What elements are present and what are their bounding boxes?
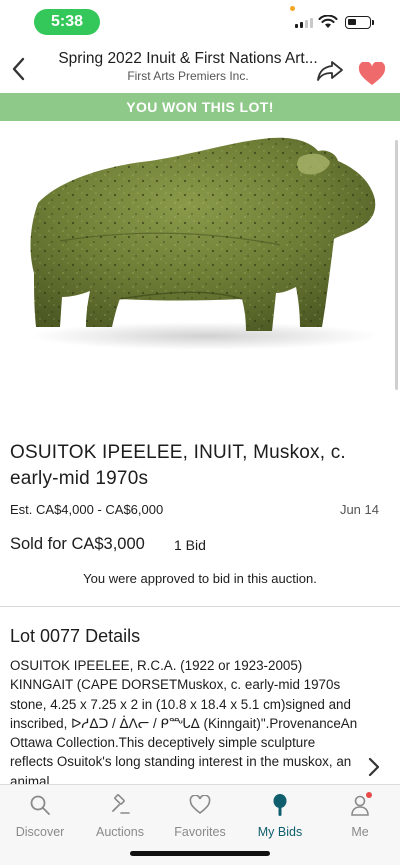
- bid-count[interactable]: 1 Bid: [174, 537, 206, 553]
- tab-favorites[interactable]: Favorites: [160, 793, 240, 843]
- gavel-icon: [112, 794, 130, 814]
- tab-auctions[interactable]: Auctions: [80, 793, 160, 843]
- wifi-icon: [318, 15, 338, 28]
- approval-note: You were approved to bid in this auction…: [83, 571, 317, 586]
- auction-house-name: First Arts Premiers Inc.: [127, 69, 249, 83]
- details-heading: Lot 0077 Details: [10, 626, 141, 646]
- favorite-button[interactable]: [358, 61, 386, 91]
- won-lot-banner: YOU WON THIS LOT!: [0, 93, 400, 121]
- back-button[interactable]: [6, 56, 30, 82]
- chevron-right-icon: [368, 757, 380, 777]
- expand-details-button[interactable]: [368, 757, 380, 782]
- status-bar: 5:38: [0, 0, 400, 44]
- section-divider: [0, 606, 400, 607]
- scrollbar[interactable]: [395, 140, 398, 390]
- tab-my-bids[interactable]: My Bids: [240, 793, 320, 843]
- home-indicator[interactable]: [130, 851, 270, 856]
- chevron-left-icon: [12, 57, 25, 81]
- notification-dot: [366, 792, 372, 798]
- search-icon: [30, 795, 50, 815]
- tab-label: My Bids: [257, 825, 303, 839]
- heart-icon: [358, 61, 386, 85]
- tab-label: Discover: [15, 825, 65, 839]
- battery-icon: [345, 16, 374, 29]
- status-time: 5:38: [34, 9, 100, 35]
- tab-discover[interactable]: Discover: [0, 793, 80, 843]
- share-button[interactable]: [316, 60, 344, 87]
- lot-estimate: Est. CA$4,000 - CA$6,000: [10, 502, 164, 517]
- muskox-sculpture-image: [30, 137, 380, 350]
- lot-header: Spring 2022 Inuit & First Nations Art...…: [0, 44, 400, 92]
- auction-title: Spring 2022 Inuit & First Nations Art...: [58, 50, 318, 67]
- sold-price: Sold for CA$3,000: [10, 535, 145, 553]
- lot-image[interactable]: [0, 121, 400, 411]
- tab-label: Favorites: [174, 825, 226, 839]
- lot-date: Jun 14: [339, 502, 379, 517]
- signal-icon: [295, 18, 313, 28]
- paddle-icon: [273, 794, 287, 816]
- tab-me[interactable]: Me: [320, 792, 400, 843]
- tab-label: Auctions: [96, 825, 144, 839]
- lot-title: OSUITOK IPEELEE, INUIT, Muskox, c. early…: [10, 442, 346, 489]
- share-icon: [317, 61, 343, 81]
- privacy-indicator-dot: [290, 6, 295, 11]
- tab-label: Me: [351, 825, 369, 839]
- details-description: OSUITOK IPEELEE, R.C.A. (1922 or 1923-20…: [10, 658, 358, 786]
- heart-outline-icon: [189, 795, 211, 815]
